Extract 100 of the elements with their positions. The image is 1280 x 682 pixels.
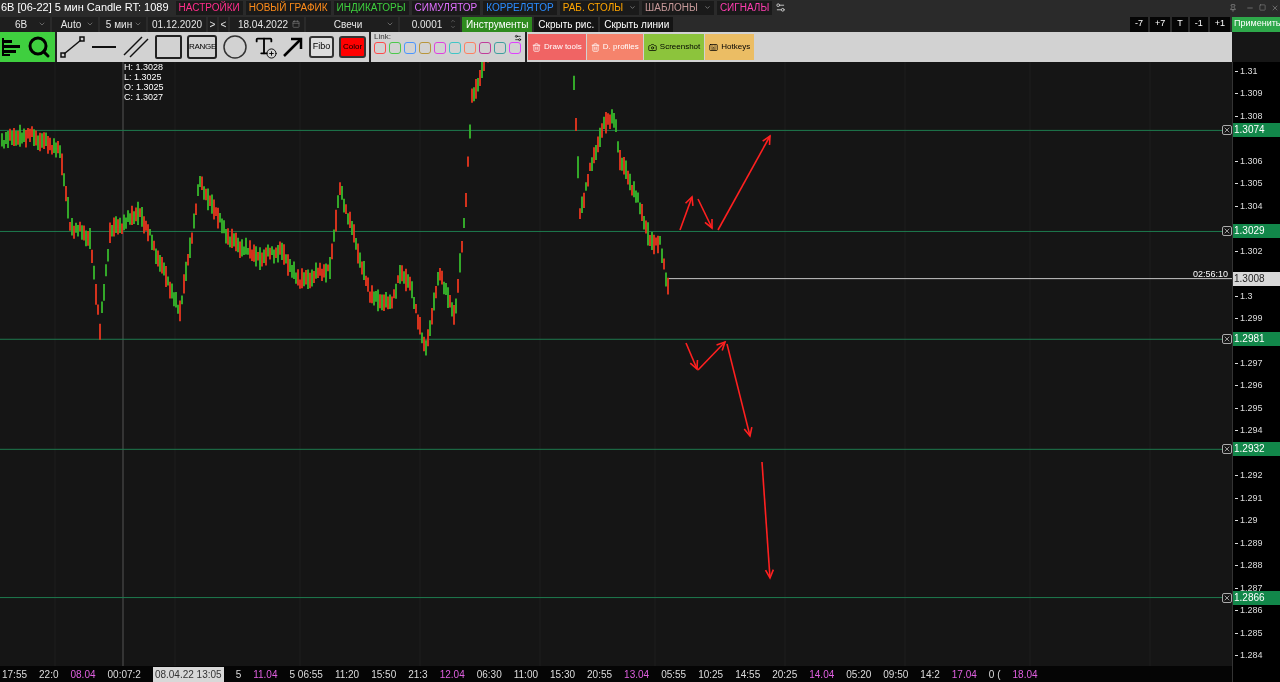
price-tick: 1.309 (1240, 88, 1263, 100)
ohlc-value: H: 1.3028 (124, 62, 164, 72)
menu-item[interactable]: КОРРЕЛЯТОР (483, 0, 557, 15)
price-tick: 1.285 (1240, 627, 1263, 639)
spinner-icon (450, 18, 456, 30)
time-tick: 15:50 (371, 667, 397, 682)
step-field[interactable]: 0.0001 (400, 16, 460, 32)
toolbar-button[interactable]: Инструменты (462, 16, 533, 32)
tick-mark (1235, 407, 1238, 409)
tick-mark (1235, 93, 1238, 95)
price-tick: 1.308 (1240, 110, 1263, 122)
tick-mark (1235, 475, 1238, 477)
step-button[interactable]: +7 (1149, 16, 1171, 32)
menu-item[interactable]: НОВЫЙ ГРАФИК (245, 0, 331, 15)
pin-icon[interactable] (1229, 3, 1237, 12)
time-tick: 22:0 (39, 667, 59, 682)
line-tool-icon[interactable] (91, 44, 117, 50)
level-line[interactable] (0, 129, 1223, 131)
parallel-lines-icon[interactable] (122, 35, 150, 59)
price-tick: 1.291 (1240, 492, 1263, 504)
nav-button[interactable]: < (219, 16, 228, 32)
settings-icon[interactable] (775, 2, 787, 13)
link-color-swatch[interactable] (389, 42, 401, 54)
link-color-swatch[interactable] (404, 42, 416, 54)
caret-icon (386, 20, 394, 28)
toolbar-button[interactable]: Скрыть рис. (534, 16, 599, 32)
price-tick: 1.3 (1240, 290, 1253, 302)
menu-item[interactable]: НАСТРОЙКИ (175, 0, 243, 15)
countdown-label: 02:56:10 (1192, 268, 1228, 279)
ohlc-value: L: 1.3025 (124, 72, 163, 82)
level-price-label: 1.2981 (1233, 332, 1280, 347)
nav-button[interactable]: > (208, 16, 217, 32)
link-color-swatch[interactable] (419, 42, 431, 54)
rectangle-tool-icon[interactable] (155, 35, 182, 59)
tick-mark (1235, 318, 1238, 320)
time-tick: 11:20 (334, 667, 360, 682)
menu-item[interactable]: СИМУЛЯТОР (411, 0, 481, 15)
date-field[interactable]: 18.04.2022 (230, 16, 304, 32)
level-line[interactable] (0, 230, 1223, 232)
step-button[interactable]: T (1172, 16, 1188, 32)
dropdown[interactable]: 6B (0, 16, 50, 32)
arrow-tool-icon[interactable] (282, 36, 304, 58)
price-tick: 1.286 (1240, 605, 1263, 617)
date-field[interactable]: 01.12.2020 (148, 16, 206, 32)
time-tick: 14:2 (920, 667, 940, 682)
tick-mark (1235, 385, 1238, 387)
maximize-icon[interactable] (1259, 4, 1266, 11)
link-settings-icon[interactable] (514, 34, 522, 42)
action-button[interactable]: Screenshot (643, 34, 705, 60)
toolbar-button[interactable]: Скрыть линии (600, 16, 674, 32)
link-color-swatch[interactable] (449, 42, 461, 54)
time-tick: 14:55 (735, 667, 761, 682)
segment-tool-icon[interactable] (60, 35, 86, 59)
link-color-swatch[interactable] (434, 42, 446, 54)
dropdown[interactable]: Auto (52, 16, 98, 32)
date-tick: 14.04 (809, 667, 835, 682)
level-price-label: 1.3029 (1233, 224, 1280, 239)
step-button[interactable]: -1 (1189, 16, 1208, 32)
price-tick: 1.287 (1240, 582, 1263, 593)
link-color-swatch[interactable] (374, 42, 386, 54)
date-tick: 12.04 (439, 667, 465, 682)
color-picker[interactable]: Color (339, 36, 366, 58)
trash-icon (532, 42, 541, 52)
calendar-icon (292, 20, 300, 28)
level-price-label: 1.2866 (1233, 590, 1280, 605)
dropdown[interactable]: Свечи (306, 16, 398, 32)
fibo-tool[interactable]: Fibo (309, 36, 334, 58)
close-icon[interactable] (1271, 3, 1279, 12)
caret-icon (629, 4, 637, 11)
link-label: Link: (374, 32, 391, 42)
menu-item[interactable]: РАБ. СТОЛЫ (559, 0, 640, 15)
price-tick: 1.296 (1240, 380, 1263, 392)
time-tick: 05:55 (661, 667, 687, 682)
search-icon[interactable] (27, 35, 51, 59)
time-tick: 09:50 (883, 667, 909, 682)
link-color-swatch[interactable] (509, 42, 521, 54)
link-color-swatch[interactable] (479, 42, 491, 54)
time-tick: 00:07:2 (107, 667, 141, 682)
step-button[interactable]: +1 (1209, 16, 1230, 32)
time-tick: 10:25 (698, 667, 724, 682)
menu-item[interactable]: СИГНАЛЫ (716, 0, 773, 15)
time-tick: 15:30 (550, 667, 576, 682)
ohlc-value: O: 1.3025 (124, 82, 164, 92)
link-color-swatch[interactable] (494, 42, 506, 54)
circle-tool-icon[interactable] (222, 34, 248, 60)
tick-mark (1235, 497, 1238, 499)
time-tick: 5 (235, 667, 242, 682)
link-color-swatch[interactable] (464, 42, 476, 54)
dropdown[interactable]: 5 мин (100, 16, 146, 32)
step-button[interactable]: -7 (1129, 16, 1148, 32)
time-tick: 0 ( (988, 667, 1001, 682)
tick-mark (1235, 362, 1238, 364)
tick-mark (1235, 430, 1238, 432)
action-button[interactable]: Hotkeys (705, 34, 755, 60)
cursor-time-label: 08.04.22 13:05 (152, 666, 224, 682)
menu-item[interactable]: ШАБЛОНЫ (642, 0, 714, 15)
menu-item[interactable]: ИНДИКАТОРЫ (333, 0, 409, 15)
keyboard-icon (709, 42, 719, 52)
text-tool-icon[interactable] (253, 35, 277, 59)
price-tick: 1.294 (1240, 425, 1263, 437)
